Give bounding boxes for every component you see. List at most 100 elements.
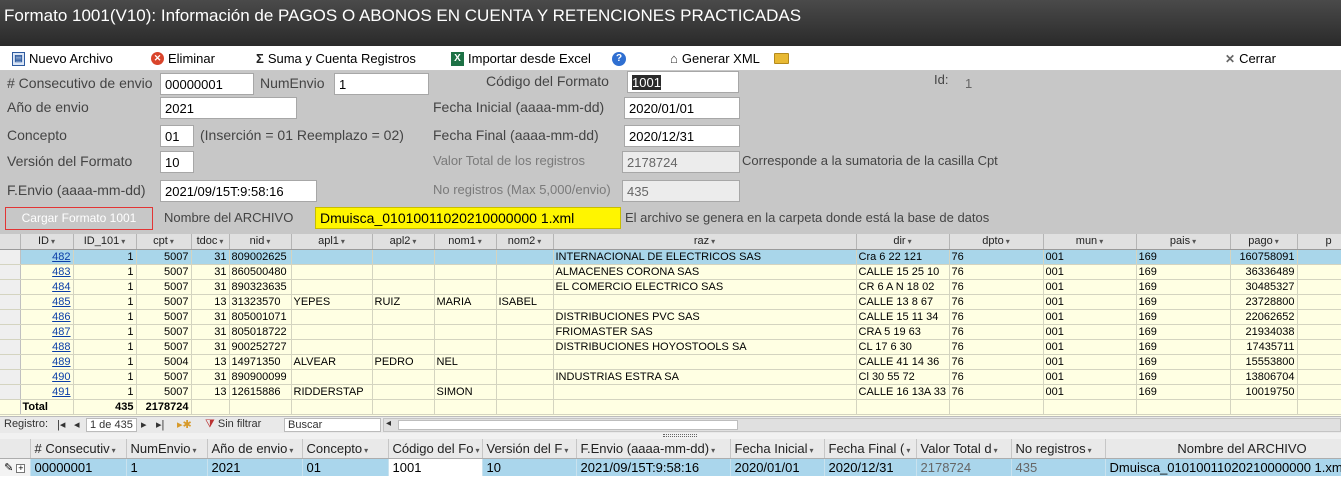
import-excel-button[interactable]: X Importar desde Excel (451, 49, 591, 68)
cell-dpto[interactable]: 76 (949, 249, 1044, 265)
cell-id101[interactable]: 1 (73, 369, 137, 385)
col-mun[interactable]: mun ▾ (1043, 234, 1137, 250)
cell-pago[interactable]: 17435711 (1230, 339, 1298, 355)
col-concepto[interactable]: Concepto ▾ (302, 439, 389, 459)
cell-apl2[interactable]: RUIZ (372, 294, 435, 310)
col-nid[interactable]: nid ▾ (229, 234, 292, 250)
sum-count-button[interactable]: Σ Suma y Cuenta Registros (256, 49, 416, 68)
cell-cpt[interactable]: 5007 (136, 249, 192, 265)
col-apl2[interactable]: apl2 ▾ (372, 234, 435, 250)
cell-mun[interactable]: 001 (1043, 324, 1137, 340)
col-id101[interactable]: ID_101 ▾ (73, 234, 137, 250)
table-row[interactable]: 488 1 5007 31 900252727 DISTRIBUCIONES HOYOST… (0, 339, 1341, 355)
cell-nombre[interactable]: Dmuisca_01010011020210000000 1.xml (1105, 458, 1341, 476)
cell-id[interactable]: 483 (20, 264, 74, 280)
col-apl1[interactable]: apl1 ▾ (291, 234, 373, 250)
cell-version[interactable]: 10 (482, 458, 577, 476)
cell-cpt[interactable]: 5007 (136, 369, 192, 385)
col-p[interactable]: p (1297, 234, 1341, 250)
cell-nom2[interactable] (496, 354, 554, 370)
col-dir[interactable]: dir ▾ (856, 234, 950, 250)
cell-apl1[interactable] (291, 309, 373, 325)
cell-dpto[interactable]: 76 (949, 309, 1044, 325)
cell-cpt[interactable]: 5007 (136, 339, 192, 355)
cell-dpto[interactable]: 76 (949, 369, 1044, 385)
cell-nom2[interactable] (496, 264, 554, 280)
cell-dpto[interactable]: 76 (949, 294, 1044, 310)
cell-id[interactable]: 490 (20, 369, 74, 385)
file-name-field[interactable]: Dmuisca_01010011020210000000 1.xml (315, 207, 621, 229)
cell-id[interactable]: 486 (20, 309, 74, 325)
cell-nom1[interactable]: MARIA (434, 294, 497, 310)
cell-mun[interactable]: 001 (1043, 384, 1137, 400)
delete-button[interactable]: ✕ Eliminar (151, 49, 215, 68)
cell-pago[interactable]: 13806704 (1230, 369, 1298, 385)
version-field[interactable]: 10 (160, 151, 194, 173)
table-row[interactable]: 483 1 5007 31 860500480 ALMACENES CORONA SAS C… (0, 264, 1341, 280)
col-anio[interactable]: Año de envio ▾ (207, 439, 303, 459)
table-row[interactable]: 484 1 5007 31 890323635 EL COMERCIO ELECTRICO… (0, 279, 1341, 295)
cell-tdoc[interactable]: 13 (191, 354, 230, 370)
cell-apl1[interactable] (291, 264, 373, 280)
cell-id[interactable]: 491 (20, 384, 74, 400)
cell-tdoc[interactable]: 13 (191, 294, 230, 310)
cell-apl2[interactable] (372, 324, 435, 340)
cell-nom2[interactable]: ISABEL (496, 294, 554, 310)
row-selector[interactable] (0, 354, 21, 370)
cell-nid[interactable]: 14971350 (229, 354, 292, 370)
concept-field[interactable]: 01 (160, 125, 194, 147)
cell-nom1[interactable] (434, 309, 497, 325)
cell-pais[interactable]: 169 (1136, 279, 1231, 295)
cell-id101[interactable]: 1 (73, 324, 137, 340)
cell-nid[interactable]: 890323635 (229, 279, 292, 295)
cell-tdoc[interactable]: 31 (191, 309, 230, 325)
cell-id[interactable]: 485 (20, 294, 74, 310)
cell-tdoc[interactable]: 31 (191, 279, 230, 295)
consecutive-field[interactable]: 00000001 (160, 73, 254, 95)
submission-row[interactable]: ✎ + 00000001 1 2021 01 1001 10 2021/09/1… (0, 458, 1341, 476)
new-record-button[interactable]: ▸✱ (177, 418, 192, 431)
cell-cpt[interactable]: 5007 (136, 384, 192, 400)
cell-pago[interactable]: 160758091 (1230, 249, 1298, 265)
cell-consecutivo[interactable]: 00000001 (30, 458, 127, 476)
cell-id101[interactable]: 1 (73, 354, 137, 370)
table-row[interactable]: 491 1 5007 13 12615886 RIDDERSTAP SIMON CALLE 1… (0, 384, 1341, 400)
cell-mun[interactable]: 001 (1043, 309, 1137, 325)
cell-raz[interactable]: DISTRIBUCIONES HOYOSTOOLS SA (553, 339, 857, 355)
col-cpt[interactable]: cpt ▾ (136, 234, 192, 250)
row-selector[interactable] (0, 369, 21, 385)
row-selector[interactable] (0, 264, 21, 280)
cell-nid[interactable]: 31323570 (229, 294, 292, 310)
table-row[interactable]: 489 1 5004 13 14971350 ALVEAR PEDRO NEL CALLE 41… (0, 354, 1341, 370)
close-button[interactable]: ✕ Cerrar (1225, 49, 1276, 68)
cell-nom1[interactable]: NEL (434, 354, 497, 370)
cell-id[interactable]: 482 (20, 249, 74, 265)
col-raz[interactable]: raz ▾ (553, 234, 857, 250)
filter-toggle[interactable]: ⧩ Sin filtrar (205, 418, 261, 431)
cell-cpt[interactable]: 5004 (136, 354, 192, 370)
expand-icon[interactable]: + (16, 463, 26, 473)
row-selector[interactable] (0, 279, 21, 295)
cell-cpt[interactable]: 5007 (136, 324, 192, 340)
cell-pago[interactable]: 15553800 (1230, 354, 1298, 370)
load-format-button[interactable]: Cargar Formato 1001 (5, 207, 153, 230)
cell-apl2[interactable] (372, 369, 435, 385)
cell-pago[interactable]: 10019750 (1230, 384, 1298, 400)
open-folder-button[interactable] (774, 49, 789, 68)
cell-raz[interactable] (553, 384, 857, 400)
records-datasheet[interactable]: ID ▾ ID_101 ▾ cpt ▾ tdoc ▾ nid ▾ apl1 ▾ apl2 ▾ … (0, 234, 1341, 416)
submission-datasheet[interactable]: # Consecutiv ▾ NumEnvio ▾ Año de envio ▾ Co… (0, 439, 1341, 477)
last-record-button[interactable]: ▸| (156, 418, 164, 431)
cell-cpt[interactable]: 5007 (136, 309, 192, 325)
table-row[interactable]: 487 1 5007 31 805018722 FRIOMASTER SAS CRA 5 1… (0, 324, 1341, 340)
col-consecutivo[interactable]: # Consecutiv ▾ (30, 439, 127, 459)
cell-dir[interactable]: CRA 5 19 63 (856, 324, 950, 340)
col-nombre[interactable]: Nombre del ARCHIVO (1105, 439, 1341, 459)
cell-nom1[interactable] (434, 249, 497, 265)
cell-cpt[interactable]: 5007 (136, 279, 192, 295)
cell-apl2[interactable] (372, 279, 435, 295)
cell-nom2[interactable] (496, 324, 554, 340)
cell-id101[interactable]: 1 (73, 294, 137, 310)
cell-fini[interactable]: 2020/01/01 (730, 458, 825, 476)
cell-nid[interactable]: 805018722 (229, 324, 292, 340)
